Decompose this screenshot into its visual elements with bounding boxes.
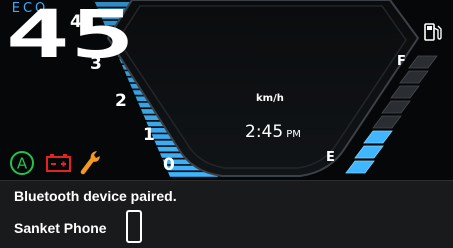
- battery-warning-icon: [46, 154, 71, 172]
- notification-title: Bluetooth device paired.: [14, 188, 177, 204]
- fuel-full-label: F: [397, 54, 406, 69]
- battery-scale-2: 2: [115, 91, 127, 111]
- clock: 2:45 PM: [245, 122, 301, 142]
- battery-scale-3: 3: [90, 54, 102, 74]
- speed-unit: km/h: [256, 93, 284, 104]
- battery-scale-4: 4: [70, 12, 82, 32]
- fuel-bar-segment: [381, 100, 411, 114]
- paired-device-name: Sanket Phone: [14, 220, 107, 236]
- smartphone-icon: [126, 210, 142, 243]
- clock-period: PM: [286, 129, 301, 140]
- instrument-cluster: ECO 45 km/h 2:45 PM 4 3 2 1 0 F E A: [0, 0, 453, 180]
- auto-mode-icon: A: [10, 151, 34, 175]
- fuel-bar-segment: [363, 130, 393, 144]
- battery-scale-0: 0: [163, 155, 175, 175]
- fuel-bar-segment: [345, 160, 375, 174]
- fuel-empty-label: E: [326, 150, 335, 165]
- fuel-bar-segment: [408, 55, 438, 69]
- clock-time: 2:45: [245, 122, 284, 142]
- fuel-bar-segment: [372, 115, 402, 129]
- fuel-bar-segment: [354, 145, 384, 159]
- fuel-pump-icon: [424, 23, 442, 41]
- battery-scale-1: 1: [143, 125, 155, 145]
- svg-text:A: A: [17, 155, 28, 173]
- fuel-bar-segment: [390, 85, 420, 99]
- fuel-bar-segment: [399, 70, 429, 84]
- service-wrench-icon: [80, 151, 100, 175]
